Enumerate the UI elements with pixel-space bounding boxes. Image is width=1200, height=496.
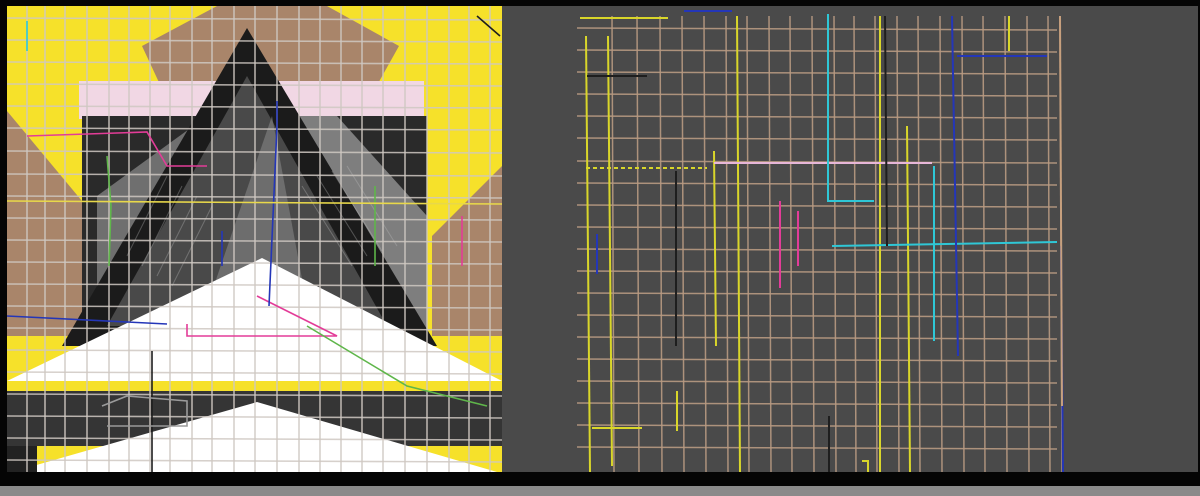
black-bottom-strip — [7, 446, 37, 472]
viewer-frame — [0, 0, 1200, 496]
bottom-bar — [0, 486, 1200, 496]
line-layer-panel — [502, 6, 1198, 472]
line-layer-canvas — [502, 6, 1198, 472]
composite-artwork-canvas — [7, 6, 502, 472]
composite-artwork-panel — [7, 6, 502, 472]
